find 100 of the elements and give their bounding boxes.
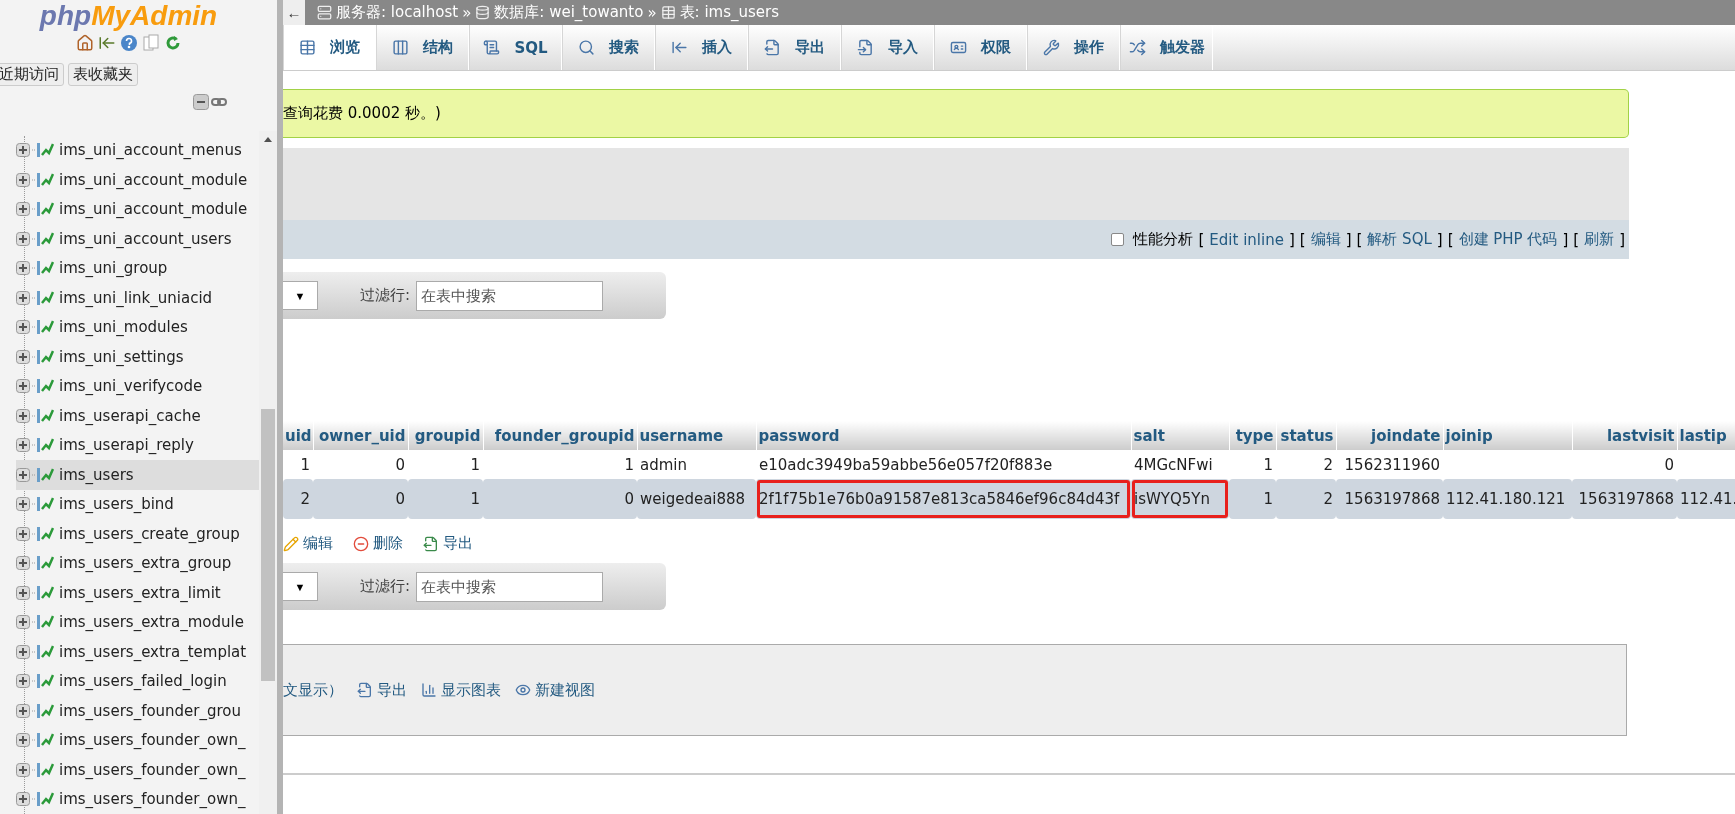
table-tree-item[interactable]: ims_userapi_cache [16,401,259,431]
query-option-link[interactable]: 编辑 [1310,230,1341,249]
nav-tab-button[interactable]: 表收藏夹 [68,63,138,87]
table-tree-item[interactable]: ims_users_founder_own_ [16,725,259,755]
table-tree-item[interactable]: ims_users_extra_group [16,548,259,578]
expand-icon[interactable] [16,615,30,630]
filter-input[interactable]: 在表中搜索 [416,280,604,311]
column-header[interactable]: lastip [1677,421,1735,450]
expand-icon[interactable] [16,408,30,423]
tab[interactable]: 结构 [376,25,469,70]
help-icon[interactable] [119,33,138,52]
expand-icon[interactable] [16,526,30,541]
operation-link[interactable]: 导出 [357,680,407,700]
operation-link[interactable]: 显示图表 [421,680,501,700]
expand-icon[interactable] [16,320,30,335]
tab[interactable]: 操作 [1027,25,1120,70]
query-option-link[interactable]: 创建 PHP 代码 [1458,230,1558,249]
table-tree-item[interactable]: ims_uni_account_module [16,194,259,224]
expand-icon[interactable] [16,261,30,276]
row-action-link[interactable]: 导出 [423,534,473,553]
query-option-link[interactable]: Edit inline [1209,230,1284,249]
rows-dropdown[interactable]: ▼ [283,572,318,601]
column-header[interactable]: owner_uid [313,421,408,450]
table-chart-icon [32,643,54,660]
table-cell: 4MGcNFwi [1131,450,1229,479]
table-chart-icon [32,466,54,483]
tab[interactable]: 导入 [841,25,934,70]
expand-icon[interactable] [16,349,30,364]
tab[interactable]: SQL [469,25,562,70]
expand-icon[interactable] [16,438,30,453]
filter-input[interactable]: 在表中搜索 [416,571,604,602]
breadcrumb-link[interactable]: 数据库: wei_towanto [494,3,644,22]
tab[interactable]: 导出 [748,25,841,70]
expand-icon[interactable] [16,556,30,571]
expand-icon[interactable] [16,143,30,158]
expand-icon[interactable] [16,792,30,807]
breadcrumb-link[interactable]: 服务器: localhost [336,3,459,22]
column-header[interactable]: joindate [1336,421,1443,450]
tab[interactable]: 搜索 [562,25,655,70]
table-tree-item[interactable]: ims_users_failed_login [16,666,259,696]
expand-icon[interactable] [16,290,30,305]
query-option-link[interactable]: 刷新 [1584,230,1615,249]
table-tree-item[interactable]: ims_users_extra_limit [16,578,259,608]
collapse-icon[interactable] [193,93,209,110]
table-tree-item[interactable]: ims_uni_modules [16,312,259,342]
expand-icon[interactable] [16,467,30,482]
expand-icon[interactable] [16,172,30,187]
row-action-link[interactable]: 编辑 [283,534,333,553]
expand-icon[interactable] [16,674,30,689]
expand-icon[interactable] [16,703,30,718]
table-tree-item[interactable]: ims_users_create_group [16,519,259,549]
column-header[interactable]: groupid [408,421,483,450]
table-tree-item[interactable]: ims_users_extra_module [16,607,259,637]
expand-icon[interactable] [16,202,30,217]
table-tree-item[interactable]: ims_uni_settings [16,342,259,372]
column-header[interactable]: username [637,421,756,450]
table-tree-item[interactable]: ims_users_founder_grou [16,696,259,726]
breadcrumb-link[interactable]: 表: ims_users [679,3,780,22]
table-tree-item[interactable]: ims_users_founder_own_ [16,755,259,785]
column-header[interactable]: salt [1131,421,1229,450]
expand-icon[interactable] [16,762,30,777]
table-tree-item[interactable]: ims_users_founder_own_ [16,784,259,814]
operation-link[interactable]: 新建视图 [515,680,595,700]
table-tree-item[interactable]: ims_users_bind [16,489,259,519]
table-tree-item[interactable]: ims_userapi_reply [16,430,259,460]
tab[interactable]: 权限 [934,25,1027,70]
bracket: ] [1436,230,1443,249]
phpmyadmin-logo[interactable]: phpMyAdmin [0,0,277,32]
table-chart-icon [32,171,54,188]
table-tree-item[interactable]: ims_users_extra_templat [16,637,259,667]
column-header[interactable]: password [756,421,1131,450]
rows-dropdown[interactable]: ▼ [283,281,318,310]
profiling-checkbox[interactable] [1111,233,1125,246]
expand-icon[interactable] [16,379,30,394]
home-icon[interactable] [75,33,94,52]
column-header[interactable]: uid [283,421,313,450]
column-header[interactable]: type [1229,421,1276,450]
row-action-link[interactable]: 删除 [353,534,403,553]
tab[interactable]: 浏览 [283,25,376,70]
table-tree-item[interactable]: ims_uni_verifycode [16,371,259,401]
column-header[interactable]: lastvisit [1572,421,1677,450]
table-tree-item[interactable]: ims_uni_account_module [16,165,259,195]
tab[interactable]: 插入 [655,25,748,70]
table-tree-item[interactable]: ims_uni_link_uniacid [16,283,259,313]
expand-icon[interactable] [16,733,30,748]
nav-tab-button[interactable]: 近期访问 [0,63,64,87]
column-header[interactable]: founder_groupid [483,421,637,450]
table-tree-item[interactable]: ims_users [16,460,259,490]
query-option-link[interactable]: 解析 SQL [1367,230,1432,249]
expand-icon[interactable] [16,644,30,659]
table-tree-item[interactable]: ims_uni_account_users [16,224,259,254]
expand-icon[interactable] [16,231,30,246]
table-tree-item[interactable]: ims_uni_account_menus [16,135,259,165]
tab[interactable]: 触发器 [1120,25,1213,70]
expand-icon[interactable] [16,585,30,600]
column-header[interactable]: status [1276,421,1336,450]
column-header[interactable]: joinip [1443,421,1572,450]
table-tree-item[interactable]: ims_uni_group [16,253,259,283]
back-button[interactable]: ← [283,0,305,25]
expand-icon[interactable] [16,497,30,512]
